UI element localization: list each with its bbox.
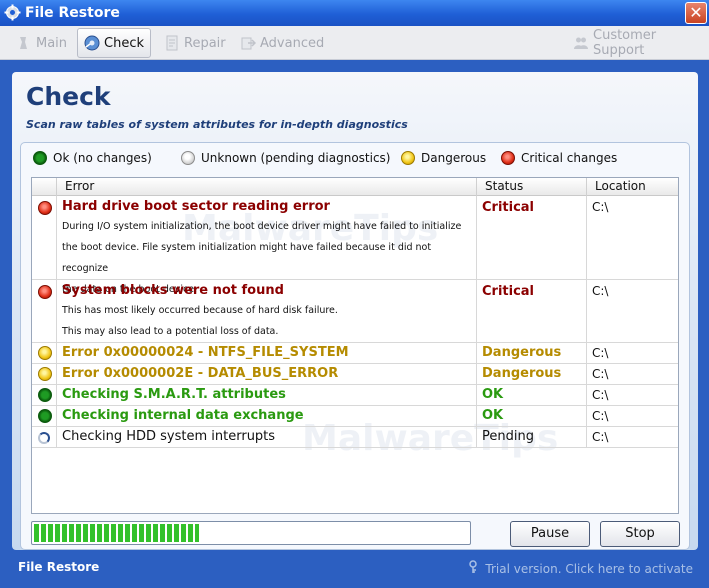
green-status-icon: [33, 151, 47, 165]
column-header-location[interactable]: Location: [586, 178, 678, 196]
tab-check[interactable]: Check: [77, 28, 151, 58]
dangerous-status-icon: [38, 367, 52, 381]
users-icon: [573, 35, 589, 51]
tab-advanced[interactable]: Advanced: [234, 28, 330, 58]
error-title: Checking internal data exchange: [62, 408, 304, 423]
location-cell: C:\: [592, 200, 609, 214]
page-title: Check: [26, 82, 111, 111]
error-title: Checking HDD system interrupts: [62, 429, 276, 444]
progress-fill: [34, 524, 199, 542]
legend-item-ok: Ok (no changes): [33, 151, 152, 165]
dangerous-status-icon: [38, 346, 52, 360]
location-cell: C:\: [592, 388, 609, 402]
error-title: Checking S.M.A.R.T. attributes: [62, 387, 286, 402]
table-row[interactable]: Checking internal data exchange OK C:\: [32, 406, 678, 427]
column-header-error[interactable]: Error: [56, 178, 476, 196]
pause-button[interactable]: Pause: [510, 521, 590, 547]
status-cell: OK: [482, 387, 504, 402]
legend-item-critical: Critical changes: [501, 151, 617, 165]
status-app-name: File Restore: [18, 560, 100, 574]
status-cell: OK: [482, 408, 504, 423]
table-body: Hard drive boot sector reading error Dur…: [32, 196, 678, 448]
document-icon: [164, 35, 180, 51]
activate-link-label: Trial version. Click here to activate: [485, 561, 693, 576]
table-header: Error Status Location: [32, 178, 678, 196]
broom-icon: [16, 35, 32, 51]
table-row[interactable]: System blocks were not found This has mo…: [32, 280, 678, 343]
stop-button[interactable]: Stop: [600, 521, 680, 547]
location-cell: C:\: [592, 346, 609, 360]
error-description-line: This may also lead to a potential loss o…: [62, 326, 279, 337]
scan-progress-bar: [31, 521, 471, 545]
content-box: Ok (no changes) Unknown (pending diagnos…: [20, 142, 690, 550]
error-table[interactable]: MalwareTips MalwareTips Error Status Loc…: [31, 177, 679, 514]
window-title: File Restore: [25, 5, 120, 21]
customer-support-button[interactable]: Customer Support: [567, 28, 709, 58]
tab-main[interactable]: Main: [10, 28, 73, 58]
close-button[interactable]: ✕: [685, 2, 707, 24]
activate-link[interactable]: Trial version. Click here to activate: [467, 560, 693, 577]
error-cell: Error 0x0000002E - DATA_BUS_ERROR: [62, 365, 472, 383]
table-row[interactable]: Error 0x00000024 - NTFS_FILE_SYSTEM Dang…: [32, 343, 678, 364]
status-cell: Critical: [482, 200, 535, 215]
table-row[interactable]: Checking HDD system interrupts Pending C…: [32, 427, 678, 448]
error-description-line: During I/O system initialization, the bo…: [62, 221, 462, 232]
location-cell: C:\: [592, 284, 609, 298]
title-bar[interactable]: File Restore ✕: [0, 0, 709, 26]
error-cell: Error 0x00000024 - NTFS_FILE_SYSTEM: [62, 344, 472, 362]
error-title: Error 0x00000024 - NTFS_FILE_SYSTEM: [62, 345, 349, 360]
critical-status-icon: [38, 285, 52, 299]
export-icon: [240, 35, 257, 51]
status-cell: Critical: [482, 284, 535, 299]
table-row[interactable]: Hard drive boot sector reading error Dur…: [32, 196, 678, 295]
legend-label: Unknown (pending diagnostics): [201, 151, 391, 165]
error-cell: System blocks were not found This has mo…: [62, 282, 472, 342]
error-title: Hard drive boot sector reading error: [62, 199, 330, 214]
toolbar: Main Check Repair Advanced Customer Supp…: [0, 26, 709, 60]
location-cell: C:\: [592, 367, 609, 381]
customer-support-label: Customer Support: [593, 28, 657, 58]
column-header-status[interactable]: Status: [476, 178, 586, 196]
key-icon: [467, 560, 479, 577]
location-cell: C:\: [592, 409, 609, 423]
error-title: System blocks were not found: [62, 283, 284, 298]
error-description-line: the boot device. File system initializat…: [62, 242, 432, 274]
tab-repair[interactable]: Repair: [158, 28, 232, 58]
error-title: Error 0x0000002E - DATA_BUS_ERROR: [62, 366, 339, 381]
table-row[interactable]: Error 0x0000002E - DATA_BUS_ERROR Danger…: [32, 364, 678, 385]
error-cell: Checking internal data exchange: [62, 407, 472, 425]
legend-label: Dangerous: [421, 151, 487, 165]
critical-status-icon: [38, 201, 52, 215]
red-status-icon: [501, 151, 515, 165]
status-bar: File Restore Trial version. Click here t…: [0, 555, 709, 588]
table-row[interactable]: Checking S.M.A.R.T. attributes OK C:\: [32, 385, 678, 406]
ok-status-icon: [38, 409, 52, 423]
app-window: File Restore ✕ Main Check Repair Advance…: [0, 0, 709, 588]
legend-item-dangerous: Dangerous: [401, 151, 486, 165]
status-cell: Pending: [482, 429, 534, 444]
tab-repair-label: Repair: [184, 35, 226, 51]
gray-status-icon: [181, 151, 195, 165]
tab-main-label: Main: [36, 35, 68, 51]
status-cell: Dangerous: [482, 366, 562, 381]
status-cell: Dangerous: [482, 345, 562, 360]
error-cell: Checking S.M.A.R.T. attributes: [62, 386, 472, 404]
ok-status-icon: [38, 388, 52, 402]
location-cell: C:\: [592, 430, 609, 444]
error-cell: Checking HDD system interrupts: [62, 428, 472, 446]
page-subtitle: Scan raw tables of system attributes for…: [26, 118, 408, 131]
spinner-icon: [38, 432, 50, 444]
tab-advanced-label: Advanced: [260, 35, 325, 51]
legend-label: Ok (no changes): [53, 151, 152, 165]
legend-label: Critical changes: [521, 151, 618, 165]
gear-icon: [4, 4, 21, 21]
disk-check-icon: [84, 35, 100, 51]
error-description-line: This has most likely occurred because of…: [62, 305, 338, 316]
yellow-status-icon: [401, 151, 415, 165]
main-panel: Check Scan raw tables of system attribut…: [12, 72, 698, 550]
tab-check-label: Check: [104, 35, 144, 51]
legend-item-unknown: Unknown (pending diagnostics): [181, 151, 391, 165]
